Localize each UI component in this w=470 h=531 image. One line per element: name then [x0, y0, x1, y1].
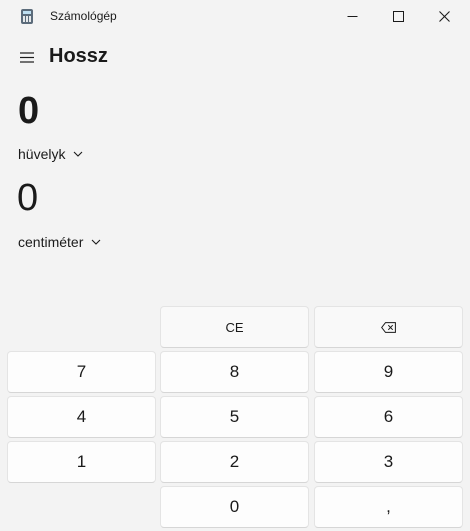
close-icon: [438, 11, 450, 22]
chevron-down-icon: [91, 239, 101, 245]
digit-2-button[interactable]: 2: [160, 441, 309, 483]
digit-1-button[interactable]: 1: [7, 441, 156, 483]
to-unit-dropdown[interactable]: centiméter: [18, 232, 101, 252]
hamburger-menu-icon: [20, 51, 34, 63]
digit-9-button[interactable]: 9: [314, 351, 463, 393]
chevron-down-icon: [73, 151, 83, 157]
mode-title: Hossz: [49, 45, 108, 67]
from-unit-label: hüvelyk: [18, 146, 66, 162]
digit-7-button[interactable]: 7: [7, 351, 156, 393]
input-value[interactable]: 0: [18, 88, 39, 134]
digit-5-button[interactable]: 5: [160, 396, 309, 438]
maximize-icon: [392, 11, 404, 22]
navigation-menu-button[interactable]: [10, 42, 44, 72]
backspace-icon: [381, 321, 396, 333]
decimal-separator-button[interactable]: ,: [314, 486, 463, 528]
digit-0-button[interactable]: 0: [160, 486, 309, 528]
calculator-icon: [21, 9, 33, 24]
minimize-icon: [347, 16, 357, 17]
backspace-button[interactable]: [314, 306, 463, 348]
window-title: Számológép: [50, 9, 117, 23]
minimize-button[interactable]: [329, 0, 375, 33]
digit-4-button[interactable]: 4: [7, 396, 156, 438]
close-button[interactable]: [421, 0, 467, 33]
from-unit-dropdown[interactable]: hüvelyk: [18, 144, 83, 164]
digit-6-button[interactable]: 6: [314, 396, 463, 438]
title-bar: Számológép: [0, 0, 470, 33]
to-unit-label: centiméter: [18, 234, 84, 250]
digit-3-button[interactable]: 3: [314, 441, 463, 483]
clear-entry-button[interactable]: CE: [160, 306, 309, 348]
digit-8-button[interactable]: 8: [160, 351, 309, 393]
output-value[interactable]: 0: [17, 175, 38, 221]
maximize-button[interactable]: [375, 0, 421, 33]
